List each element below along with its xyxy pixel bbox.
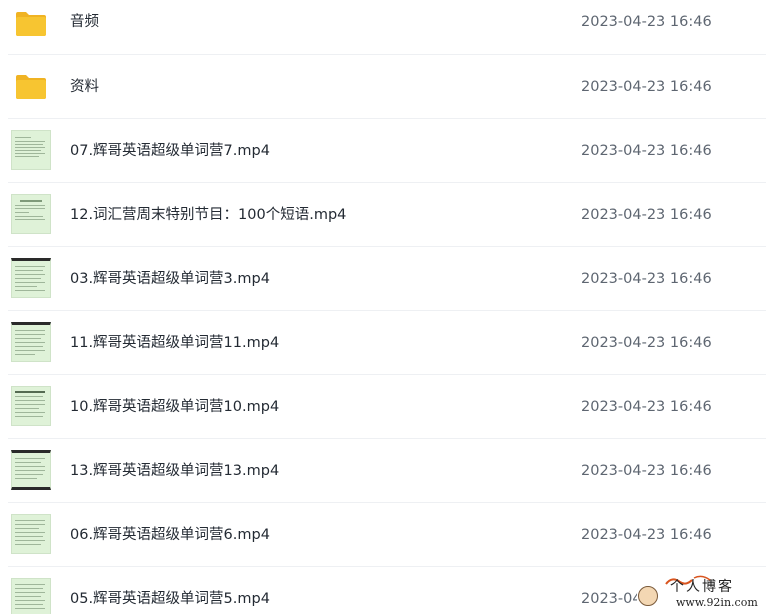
file-name: 07.辉哥英语超级单词营7.mp4 (70, 143, 270, 159)
video-thumbnail (11, 514, 51, 554)
file-row-video[interactable]: 06.辉哥英语超级单词营6.mp4 2023-04-23 16:46 (0, 503, 766, 567)
folder-icon (16, 75, 46, 99)
file-modified-date: 2023-04-23 16:46 (581, 143, 712, 159)
file-name: 音频 (70, 14, 99, 30)
file-row-video[interactable]: 11.辉哥英语超级单词营11.mp4 2023-04-23 16:46 (0, 311, 766, 375)
video-thumbnail (11, 322, 51, 362)
file-name: 12.词汇营周末特别节目：100个短语.mp4 (70, 207, 347, 223)
file-modified-date: 2023-04-23 16:46 (581, 79, 712, 95)
file-modified-date: 2023-04-23 16:46 (581, 271, 712, 287)
file-modified-date: 2023-04-23 16:46 (581, 399, 712, 415)
site-watermark: 个人博客 www.92in.com (636, 574, 766, 614)
file-modified-date: 2023-04-23 16:46 (581, 463, 712, 479)
file-row-video[interactable]: 12.词汇营周末特别节目：100个短语.mp4 2023-04-23 16:46 (0, 183, 766, 247)
file-row-folder-materials[interactable]: 资料 2023-04-23 16:46 (0, 55, 766, 119)
file-modified-date: 2023-04-23 16:46 (581, 207, 712, 223)
folder-icon (16, 12, 46, 36)
file-row-folder-audio[interactable]: 音频 2023-04-23 16:46 (0, 0, 766, 55)
avatar-icon (638, 586, 658, 606)
watermark-url: www.92in.com (676, 596, 758, 609)
file-row-video[interactable]: 13.辉哥英语超级单词营13.mp4 2023-04-23 16:46 (0, 439, 766, 503)
file-row-video[interactable]: 10.辉哥英语超级单词营10.mp4 2023-04-23 16:46 (0, 375, 766, 439)
watermark-title: 个人博客 (670, 579, 734, 595)
file-modified-date: 2023-04-23 16:46 (581, 335, 712, 351)
file-modified-date: 2023-04-23 16:46 (581, 14, 712, 30)
file-modified-date: 2023-04-23 16:46 (581, 591, 637, 607)
file-name: 06.辉哥英语超级单词营6.mp4 (70, 527, 270, 543)
file-row-video[interactable]: 07.辉哥英语超级单词营7.mp4 2023-04-23 16:46 (0, 119, 766, 183)
video-thumbnail (11, 450, 51, 490)
video-thumbnail (11, 258, 51, 298)
video-thumbnail (11, 130, 51, 170)
file-name: 13.辉哥英语超级单词营13.mp4 (70, 463, 280, 479)
file-row-video[interactable]: 03.辉哥英语超级单词营3.mp4 2023-04-23 16:46 (0, 247, 766, 311)
file-list: 音频 2023-04-23 16:46 资料 2023-04-23 16:46 … (0, 0, 766, 614)
file-name: 05.辉哥英语超级单词营5.mp4 (70, 591, 270, 607)
file-name: 资料 (70, 79, 99, 95)
file-name: 11.辉哥英语超级单词营11.mp4 (70, 335, 280, 351)
file-name: 03.辉哥英语超级单词营3.mp4 (70, 271, 270, 287)
video-thumbnail (11, 386, 51, 426)
file-name: 10.辉哥英语超级单词营10.mp4 (70, 399, 280, 415)
video-thumbnail (11, 194, 51, 234)
video-thumbnail (11, 578, 51, 614)
file-modified-date: 2023-04-23 16:46 (581, 527, 712, 543)
